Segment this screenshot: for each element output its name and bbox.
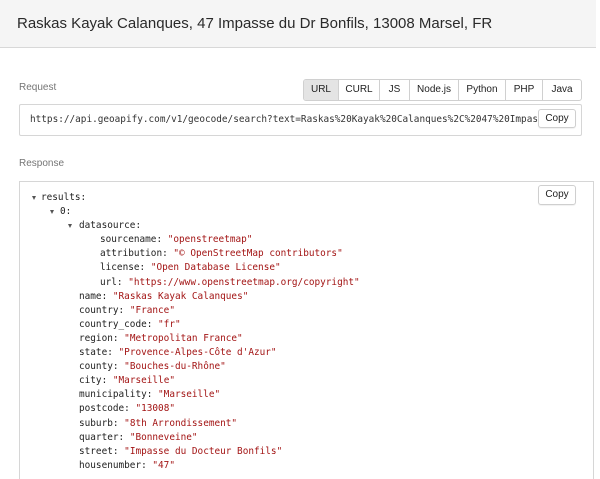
tab-php[interactable]: PHP	[506, 80, 543, 100]
response-label: Response	[19, 158, 65, 169]
language-tabs: URL CURL JS Node.js Python PHP Java	[303, 79, 582, 101]
tab-js[interactable]: JS	[380, 80, 410, 100]
tab-nodejs[interactable]: Node.js	[410, 80, 459, 100]
title-bar: Raskas Kayak Calanques, 47 Impasse du Dr…	[0, 0, 596, 48]
page-title: Raskas Kayak Calanques, 47 Impasse du Dr…	[17, 15, 493, 32]
expand-arrow-icon[interactable]	[50, 210, 54, 215]
copy-response-button[interactable]: Copy	[538, 185, 576, 205]
tab-python[interactable]: Python	[459, 80, 506, 100]
request-label: Request	[19, 82, 57, 93]
request-url[interactable]: https://api.geoapify.com/v1/geocode/sear…	[30, 114, 575, 125]
expand-arrow-icon[interactable]	[32, 196, 36, 200]
tab-url[interactable]: URL	[304, 80, 339, 100]
response-box[interactable]: Copy results: 0: datasource: sourcename:…	[19, 181, 594, 479]
expand-arrow-icon[interactable]	[68, 224, 72, 229]
request-url-box[interactable]: https://api.geoapify.com/v1/geocode/sear…	[19, 104, 582, 136]
copy-url-button[interactable]: Copy	[538, 109, 576, 128]
tab-java[interactable]: Java	[543, 80, 581, 100]
tab-curl[interactable]: CURL	[339, 80, 380, 100]
